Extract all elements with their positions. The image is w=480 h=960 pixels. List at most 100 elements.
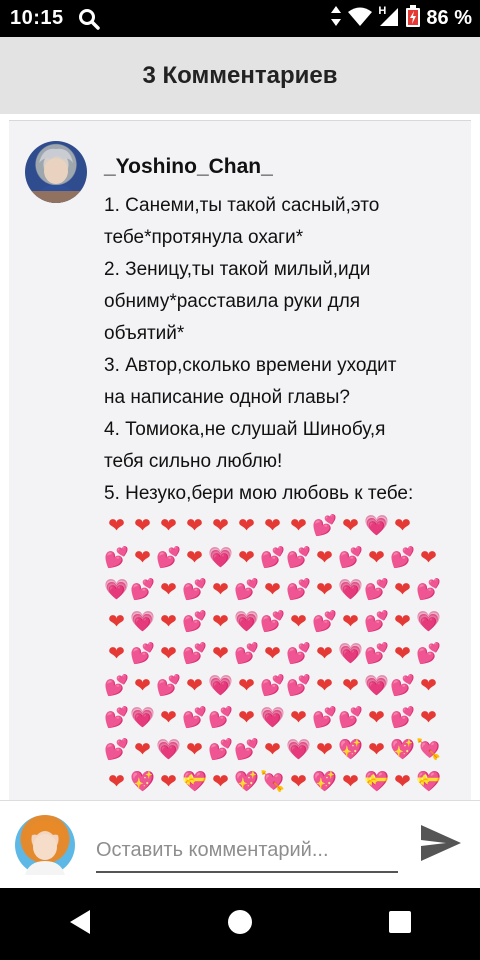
heart-emoji: ❤ <box>420 675 438 697</box>
hearts-block: ❤ ❤ ❤ ❤ ❤ ❤ ❤ ❤ 💕 ❤ 💗 ❤ 💕 ❤ 💕 ❤ 💗 ❤ 💕💕 ❤ 💕 ❤ 💕 ❤ 💗💕 ❤ 💕 ❤ 💕 ❤ 💕 ❤ 💗💕 ❤ 💕 ❤ 💗… <box>104 510 454 798</box>
heart-emoji: ❤ <box>264 739 282 761</box>
comments-header: 3 Комментариев <box>0 37 480 114</box>
heart-emoji: 💝 <box>416 771 442 793</box>
heart-emoji: 💗 <box>208 675 234 697</box>
comment-line: 1. Санеми,ты такой сасный,это <box>104 195 380 216</box>
heart-row: ❤ 💖 ❤ 💝 ❤ 💖💘 ❤ 💖 ❤ 💝 ❤ 💝 <box>104 766 454 798</box>
heart-row: 💕 ❤ 💕 ❤ 💗 ❤ 💕💕 ❤ 💕 ❤ 💕 ❤ <box>104 542 454 574</box>
heart-emoji: 💕 <box>312 515 338 537</box>
status-time: 10:15 <box>10 7 64 29</box>
send-button[interactable] <box>418 823 464 867</box>
heart-emoji: 💕 <box>312 611 338 633</box>
heart-emoji: 💕 <box>104 707 130 729</box>
heart-emoji: 💕 <box>182 579 208 601</box>
heart-emoji: 💗 <box>260 707 286 729</box>
heart-emoji: ❤ <box>160 611 178 633</box>
comment-input[interactable] <box>96 829 398 873</box>
status-right: H 86 % <box>330 5 472 32</box>
heart-emoji: 💕 <box>104 547 130 569</box>
heart-emoji: ❤ <box>368 707 386 729</box>
heart-emoji: ❤ <box>186 739 204 761</box>
heart-emoji: ❤ <box>368 547 386 569</box>
comment-text: 1. Санеми,ты такой сасный,это тебе*протян… <box>104 190 459 510</box>
heart-emoji: ❤ <box>134 547 152 569</box>
heart-emoji: 💕 <box>182 643 208 665</box>
heart-emoji: 💗 <box>364 515 390 537</box>
battery-icon <box>406 5 421 32</box>
heart-row: 💕 ❤ 💗 ❤ 💕💕 ❤ 💗 ❤ 💖 ❤ 💖💘 <box>104 734 454 766</box>
heart-emoji: ❤ <box>160 707 178 729</box>
heart-emoji: ❤ <box>394 643 412 665</box>
heart-emoji: 💕 <box>156 547 182 569</box>
heart-emoji: ❤ <box>108 771 126 793</box>
heart-emoji: ❤ <box>134 675 152 697</box>
heart-emoji: ❤ <box>186 515 204 537</box>
search-icon <box>78 8 100 30</box>
home-icon <box>227 909 253 940</box>
comment-author-avatar[interactable] <box>25 141 87 203</box>
heart-emoji: ❤ <box>394 611 412 633</box>
heart-emoji: 💕 <box>182 707 208 729</box>
heart-emoji: 💕 <box>338 547 364 569</box>
heart-emoji: ❤ <box>264 643 282 665</box>
heart-emoji: 💕 <box>338 707 364 729</box>
heart-emoji: 💕 <box>182 611 208 633</box>
heart-emoji: 💕 <box>416 579 442 601</box>
heart-emoji: 💗 <box>364 675 390 697</box>
heart-emoji: 💕 <box>234 739 260 761</box>
recents-button[interactable] <box>370 894 430 954</box>
heart-row: 💕💗 ❤ 💕💕 ❤ 💗 ❤ 💕💕 ❤ 💕 ❤ <box>104 702 454 734</box>
heart-emoji: ❤ <box>342 771 360 793</box>
comment-card: _Yoshino_Chan_ 1. Санеми,ты такой сасный… <box>9 120 471 800</box>
comment-composer <box>0 800 480 889</box>
heart-emoji: ❤ <box>368 739 386 761</box>
heart-emoji: 💖 <box>130 771 156 793</box>
back-button[interactable] <box>50 894 110 954</box>
heart-emoji: ❤ <box>394 579 412 601</box>
heart-emoji: 💕 <box>286 547 312 569</box>
heart-emoji: 💗 <box>338 579 364 601</box>
heart-row: 💕 ❤ 💕 ❤ 💗 ❤ 💕💕 ❤ ❤ 💗💕 ❤ <box>104 670 454 702</box>
home-button[interactable] <box>210 894 270 954</box>
comment-line: тебе*протянула охаги* <box>104 227 304 248</box>
signal-icon: H <box>378 5 400 31</box>
heart-emoji: ❤ <box>108 611 126 633</box>
page-title: 3 Комментариев <box>142 61 338 89</box>
heart-emoji: 💕 <box>234 643 260 665</box>
heart-emoji: ❤ <box>238 547 256 569</box>
heart-emoji: ❤ <box>160 643 178 665</box>
heart-emoji: 💕 <box>208 707 234 729</box>
comment-line: обниму*расставила руки для <box>104 291 361 312</box>
heart-emoji: 💕 <box>416 643 442 665</box>
heart-emoji: ❤ <box>212 579 230 601</box>
heart-emoji: ❤ <box>316 675 334 697</box>
heart-emoji: 💕 <box>130 579 156 601</box>
heart-emoji: ❤ <box>238 515 256 537</box>
comments-list[interactable]: _Yoshino_Chan_ 1. Санеми,ты такой сасный… <box>0 114 480 800</box>
heart-emoji: 💗 <box>104 579 130 601</box>
heart-emoji: ❤ <box>316 579 334 601</box>
heart-emoji: 💕 <box>104 675 130 697</box>
wifi-icon <box>348 6 373 31</box>
heart-emoji: 💗 <box>130 707 156 729</box>
comment-body: 1. Санеми,ты такой сасный,это тебе*протян… <box>104 190 459 798</box>
heart-emoji: ❤ <box>316 547 334 569</box>
heart-row: ❤ 💗 ❤ 💕 ❤ 💗💕 ❤ 💕 ❤ 💕 ❤ 💗 <box>104 606 454 638</box>
heart-emoji: ❤ <box>186 675 204 697</box>
heart-emoji: 💗 <box>234 611 260 633</box>
heart-emoji: 💕 <box>234 579 260 601</box>
vibrate-icon <box>330 6 342 31</box>
heart-emoji: 💕 <box>104 739 130 761</box>
comment-line: объятий* <box>104 323 185 344</box>
heart-emoji: ❤ <box>186 547 204 569</box>
comment-author[interactable]: _Yoshino_Chan_ <box>104 155 273 179</box>
heart-emoji: 💗 <box>338 643 364 665</box>
heart-emoji: 💗 <box>286 739 312 761</box>
heart-emoji: ❤ <box>394 515 412 537</box>
heart-emoji: ❤ <box>420 547 438 569</box>
comment-line: на написание одной главы? <box>104 387 350 408</box>
heart-emoji: 💕 <box>390 707 416 729</box>
network-type: H <box>378 5 387 17</box>
back-icon <box>68 909 92 940</box>
heart-emoji: 💕 <box>364 611 390 633</box>
